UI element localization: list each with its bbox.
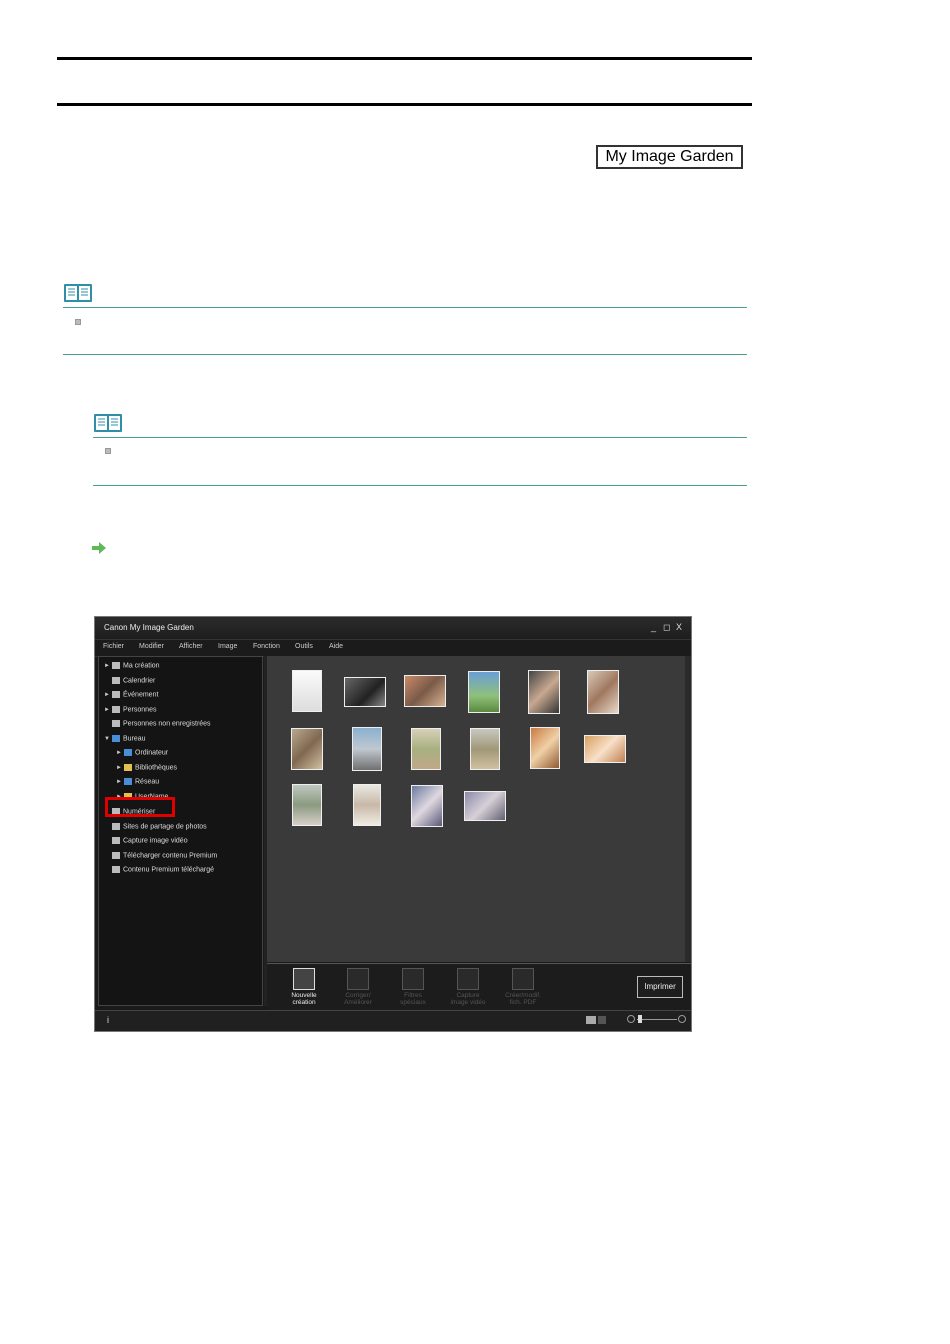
thumbnail[interactable] [292,729,322,769]
zoom-slider-handle[interactable] [638,1015,642,1023]
tree-item-personnes[interactable]: ► Personnes [104,706,156,713]
tree-item-calendrier[interactable]: Calendrier [104,677,155,684]
desktop-icon [112,735,120,742]
create-edit-pdf-button[interactable]: Créer/modif. fich. PDF [500,968,546,1006]
tree-item-ma-creation[interactable]: ► Ma création [104,662,160,669]
thumbnail[interactable] [353,728,381,770]
new-art-button[interactable]: Nouvelle création [281,968,327,1006]
thumbnail[interactable] [529,671,559,713]
sidebar-tree: ► Ma création Calendrier ► Événement ► Pers… [98,656,263,1006]
network-icon [124,778,132,785]
expand-arrow-icon[interactable]: ► [116,765,124,771]
maximize-button[interactable]: ◻ [663,622,670,633]
note-book-icon [94,414,122,432]
note-bullet [75,319,81,325]
link-arrow-icon[interactable] [92,542,106,554]
pdf-file-icon [512,968,534,990]
libraries-icon [124,764,132,771]
note-top-divider [63,307,747,308]
thumbnail[interactable] [531,728,559,768]
special-filters-icon [402,968,424,990]
thumbnail[interactable] [471,729,499,769]
menu-image[interactable]: Image [218,643,237,650]
expand-arrow-icon[interactable]: ► [104,707,112,713]
thumbnail[interactable] [585,736,625,762]
download-premium-icon [112,852,120,859]
tree-item-evenement[interactable]: ► Événement [104,691,158,698]
collapse-arrow-icon[interactable]: ▼ [104,736,112,742]
header-top-rule [57,57,752,60]
tree-item-bureau[interactable]: ▼ Bureau [104,735,146,742]
thumbnail[interactable] [465,792,505,820]
status-bar: i [95,1010,691,1031]
note-bullet [105,448,111,454]
folder-icon [112,866,120,873]
expand-arrow-icon[interactable]: ► [104,692,112,698]
info-icon[interactable]: i [107,1015,109,1025]
title-bar: Canon My Image Garden _ ◻ X [95,617,691,639]
photo-sharing-icon [112,823,120,830]
close-button[interactable]: X [676,622,682,632]
app-window: Canon My Image Garden _ ◻ X Fichier Modi… [94,616,692,1032]
note-bottom-divider [93,485,747,486]
video-frame-capture-icon [457,968,479,990]
expand-arrow-icon[interactable]: ► [116,750,124,756]
menu-bar: Fichier Modifier Afficher Image Fonction… [95,639,691,657]
tree-item-premium-telecharge[interactable]: Contenu Premium téléchargé [104,866,214,873]
tree-item-bibliotheques[interactable]: ► Bibliothèques [116,764,177,771]
expand-arrow-icon[interactable]: ► [104,663,112,669]
my-art-icon [112,662,120,669]
menu-aide[interactable]: Aide [329,643,343,650]
application-badge: My Image Garden [596,145,743,169]
event-icon [112,691,120,698]
calendar-icon [112,677,120,684]
tree-item-personnes-non-enregistrees[interactable]: Personnes non enregistrées [104,720,211,727]
correct-enhance-icon [347,968,369,990]
tree-item-sites-partage[interactable]: Sites de partage de photos [104,823,207,830]
video-frame-capture-button[interactable]: Capture image vidéo [445,968,491,1006]
bottom-toolbar: Nouvelle création Corriger/ Améliorer Fi… [267,963,691,1010]
menu-afficher[interactable]: Afficher [179,643,203,650]
tree-item-ordinateur[interactable]: ► Ordinateur [116,749,168,756]
menu-fonction[interactable]: Fonction [253,643,280,650]
vertical-scrollbar[interactable] [685,656,691,962]
menu-modifier[interactable]: Modifier [139,643,164,650]
computer-icon [124,749,132,756]
zoom-slider[interactable] [637,1019,677,1020]
zoom-in-icon[interactable] [678,1015,686,1023]
note-top-divider [93,437,747,438]
thumbnail[interactable] [345,678,385,706]
thumbnail-view-icon[interactable] [586,1016,596,1024]
note-book-icon [64,284,92,302]
zoom-out-icon[interactable] [627,1015,635,1023]
thumbnail[interactable] [354,785,380,825]
thumbnail[interactable] [412,786,442,826]
numeriser-highlight-frame [105,797,175,817]
thumbnail[interactable] [293,671,321,711]
thumbnail[interactable] [405,676,445,706]
window-title: Canon My Image Garden [104,623,194,632]
thumbnail[interactable] [588,671,618,713]
thumbnail-area [267,656,687,962]
special-filters-button[interactable]: Filtres spéciaux [390,968,436,1006]
tree-item-reseau[interactable]: ► Réseau [116,778,159,785]
thumbnail[interactable] [412,729,440,769]
correct-enhance-button[interactable]: Corriger/ Améliorer [335,968,381,1006]
minimize-button[interactable]: _ [651,622,656,632]
video-capture-icon [112,837,120,844]
note-bottom-divider [63,354,747,355]
menu-fichier[interactable]: Fichier [103,643,124,650]
thumbnail[interactable] [293,785,321,825]
tree-item-telecharger-premium[interactable]: Télécharger contenu Premium [104,852,217,859]
expand-arrow-icon[interactable]: ► [116,779,124,785]
thumbnail[interactable] [469,672,499,712]
unregistered-person-icon [112,720,120,727]
list-view-icon[interactable] [598,1016,606,1024]
header-bottom-rule [57,103,752,106]
tree-item-capture-video[interactable]: Capture image vidéo [104,837,188,844]
print-button[interactable]: Imprimer [637,976,683,998]
new-art-icon [293,968,315,990]
person-icon [112,706,120,713]
menu-outils[interactable]: Outils [295,643,313,650]
